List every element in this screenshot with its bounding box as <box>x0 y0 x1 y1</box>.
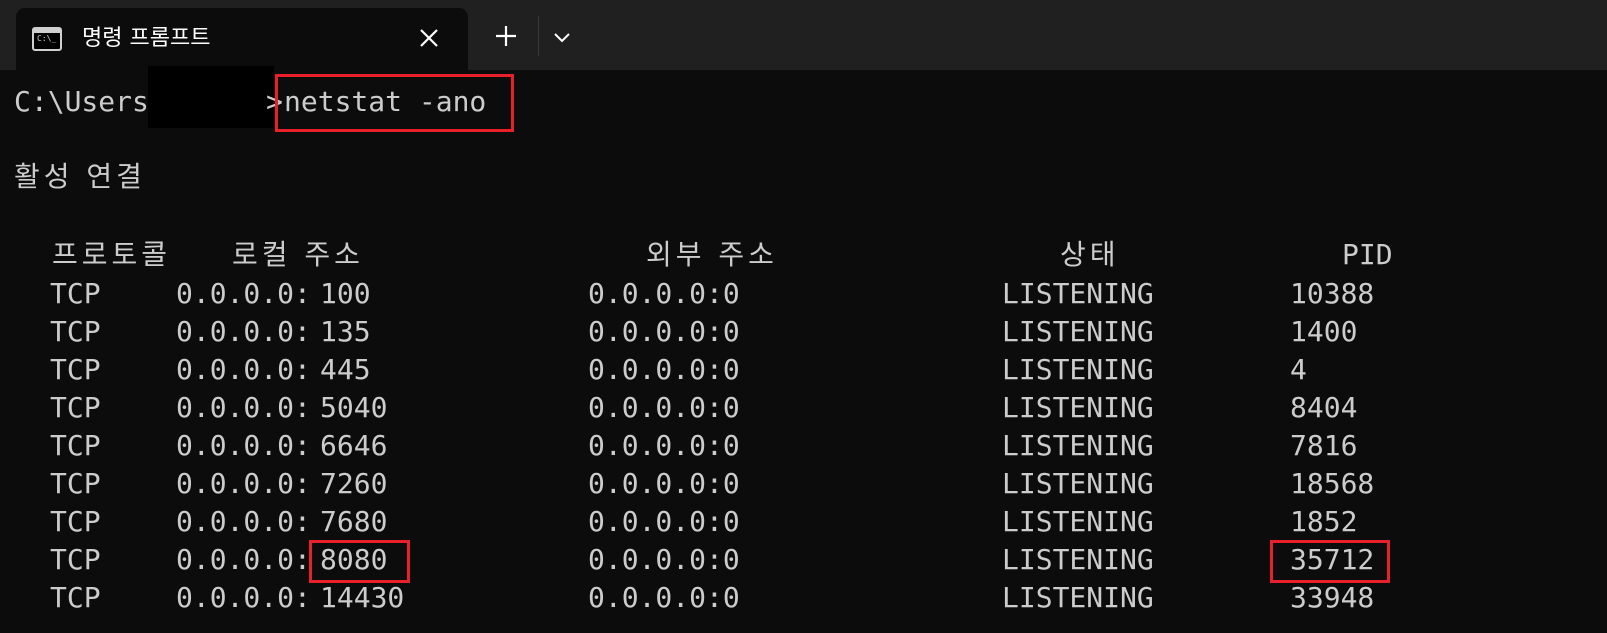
terminal-output[interactable]: C:\Users > netstat -ano 활성 연결 프로토콜 로컬 주소… <box>0 66 1607 633</box>
cell-foreign: 0.0.0.0:0 <box>588 581 740 614</box>
cell-proto: TCP <box>50 429 101 462</box>
cell-proto: TCP <box>50 581 101 614</box>
cell-local-port: 7680 <box>320 505 388 538</box>
cell-local-ip: 0.0.0.0: <box>176 543 311 576</box>
cell-state: LISTENING <box>1002 277 1154 310</box>
title-bar: C:\_ 명령 프롬프트 <box>0 0 1607 70</box>
tab-icon-label: C:\_ <box>37 34 57 43</box>
cell-local-port: 445 <box>320 353 371 386</box>
cell-state: LISTENING <box>1002 353 1154 386</box>
cell-foreign: 0.0.0.0:0 <box>588 543 740 576</box>
cell-local-ip: 0.0.0.0: <box>176 429 311 462</box>
cell-state: LISTENING <box>1002 467 1154 500</box>
cell-proto: TCP <box>50 543 101 576</box>
cell-local-ip: 0.0.0.0: <box>176 391 311 424</box>
titlebar-divider <box>538 16 539 56</box>
cell-local-ip: 0.0.0.0: <box>176 353 311 386</box>
cell-foreign: 0.0.0.0:0 <box>588 353 740 386</box>
cell-proto: TCP <box>50 353 101 386</box>
cell-proto: TCP <box>50 505 101 538</box>
cell-local-port: 100 <box>320 277 371 310</box>
column-header-proto: 프로토콜 <box>52 238 172 271</box>
cell-local-ip: 0.0.0.0: <box>176 277 311 310</box>
cell-local-port: 5040 <box>320 391 388 424</box>
cell-foreign: 0.0.0.0:0 <box>588 315 740 348</box>
cell-pid: 4 <box>1290 353 1307 386</box>
new-tab-button[interactable] <box>490 20 522 52</box>
column-header-pid: PID <box>1342 238 1393 271</box>
cell-state: LISTENING <box>1002 391 1154 424</box>
cell-pid: 8404 <box>1290 391 1358 424</box>
cell-foreign: 0.0.0.0:0 <box>588 467 740 500</box>
cell-proto: TCP <box>50 315 101 348</box>
port-8080-highlight-box <box>309 540 410 583</box>
cell-local-port: 14430 <box>320 581 405 614</box>
column-header-foreign: 외부 주소 <box>646 238 778 271</box>
profile-dropdown-button[interactable] <box>550 25 574 49</box>
prompt-prefix: C:\Users <box>14 85 149 118</box>
cell-pid: 18568 <box>1290 467 1375 500</box>
tab-command-prompt[interactable]: C:\_ 명령 프롬프트 <box>16 8 468 70</box>
cell-proto: TCP <box>50 467 101 500</box>
cell-local-port: 6646 <box>320 429 388 462</box>
cell-state: LISTENING <box>1002 429 1154 462</box>
cell-foreign: 0.0.0.0:0 <box>588 391 740 424</box>
cell-pid: 33948 <box>1290 581 1375 614</box>
cell-local-ip: 0.0.0.0: <box>176 467 311 500</box>
cell-state: LISTENING <box>1002 543 1154 576</box>
cell-proto: TCP <box>50 277 101 310</box>
pid-35712-highlight-box <box>1270 540 1390 583</box>
close-tab-button[interactable] <box>414 23 444 53</box>
section-title: 활성 연결 <box>14 160 146 193</box>
cell-pid: 7816 <box>1290 429 1358 462</box>
cell-local-ip: 0.0.0.0: <box>176 315 311 348</box>
close-icon <box>420 29 438 47</box>
cell-state: LISTENING <box>1002 581 1154 614</box>
command-prompt-icon: C:\_ <box>32 27 62 51</box>
tab-title: 명령 프롬프트 <box>82 26 211 51</box>
cell-local-port: 135 <box>320 315 371 348</box>
cell-state: LISTENING <box>1002 315 1154 348</box>
cell-pid: 10388 <box>1290 277 1375 310</box>
plus-icon <box>496 26 516 46</box>
cell-foreign: 0.0.0.0:0 <box>588 505 740 538</box>
chevron-down-icon <box>554 33 570 43</box>
column-header-local: 로컬 주소 <box>232 238 364 271</box>
cell-pid: 1852 <box>1290 505 1358 538</box>
cell-state: LISTENING <box>1002 505 1154 538</box>
cell-foreign: 0.0.0.0:0 <box>588 429 740 462</box>
cell-local-ip: 0.0.0.0: <box>176 581 311 614</box>
cell-local-port: 7260 <box>320 467 388 500</box>
cell-foreign: 0.0.0.0:0 <box>588 277 740 310</box>
redacted-username <box>148 66 274 128</box>
cell-pid: 1400 <box>1290 315 1358 348</box>
cell-local-ip: 0.0.0.0: <box>176 505 311 538</box>
cell-proto: TCP <box>50 391 101 424</box>
column-header-state: 상태 <box>1060 238 1120 271</box>
command-highlight-box <box>275 74 514 132</box>
